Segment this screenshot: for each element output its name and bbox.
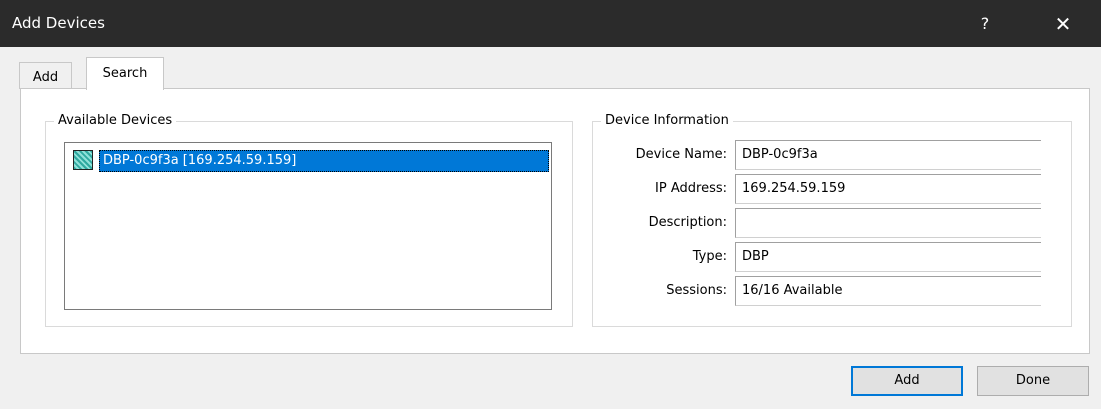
available-devices-list[interactable]: DBP-0c9f3a [169.254.59.159]	[64, 142, 552, 310]
ip-address-field[interactable]: 169.254.59.159	[735, 174, 1041, 204]
tab-search-label: Search	[102, 66, 148, 81]
window-title: Add Devices	[12, 14, 105, 32]
tab-search[interactable]: Search	[86, 57, 164, 90]
list-item[interactable]: DBP-0c9f3a [169.254.59.159]	[73, 150, 549, 172]
type-field[interactable]: DBP	[735, 242, 1041, 272]
add-button[interactable]: Add	[851, 366, 963, 396]
device-name-field[interactable]: DBP-0c9f3a	[735, 140, 1041, 170]
title-bar: Add Devices ? ✕	[0, 0, 1101, 47]
help-button[interactable]: ?	[962, 0, 1008, 47]
sessions-field[interactable]: 16/16 Available	[735, 276, 1041, 306]
device-information-group: Device Information Device Name: DBP-0c9f…	[592, 113, 1072, 327]
available-devices-label: Available Devices	[54, 113, 177, 129]
ip-address-label: IP Address:	[655, 181, 727, 196]
done-button[interactable]: Done	[977, 366, 1089, 396]
tab-add-label: Add	[32, 70, 59, 85]
list-item-label: DBP-0c9f3a [169.254.59.159]	[99, 150, 549, 172]
description-label: Description:	[648, 215, 727, 230]
device-information-label: Device Information	[601, 113, 733, 129]
tab-add[interactable]: Add	[19, 62, 72, 89]
device-name-label: Device Name:	[635, 147, 727, 162]
sessions-label: Sessions:	[666, 283, 727, 298]
close-button[interactable]: ✕	[1040, 0, 1086, 47]
available-devices-group: Available Devices DBP-0c9f3a [169.254.59…	[45, 113, 573, 327]
search-tab-panel: Available Devices DBP-0c9f3a [169.254.59…	[20, 88, 1090, 354]
description-field[interactable]	[735, 208, 1041, 238]
device-icon	[73, 150, 93, 170]
type-label: Type:	[692, 249, 727, 264]
